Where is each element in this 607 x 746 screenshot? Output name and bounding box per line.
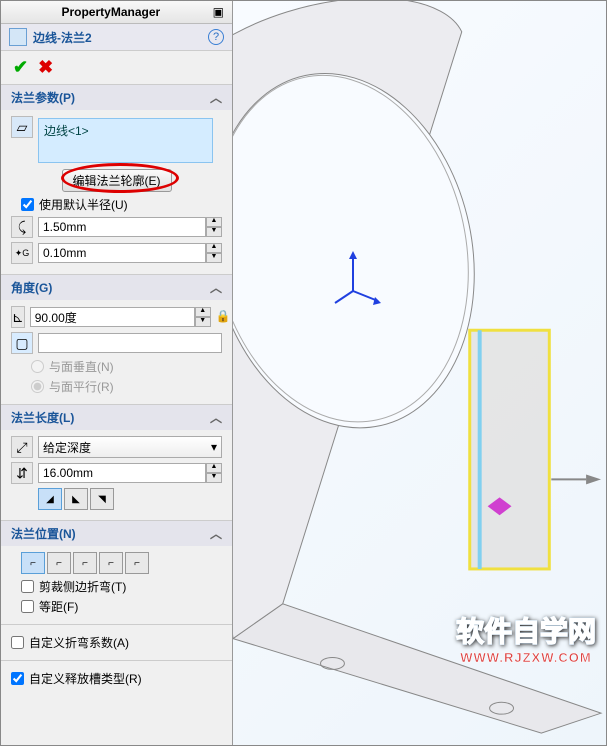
use-default-radius-checkbox[interactable] — [21, 198, 34, 211]
action-row: ✔ ✖ — [1, 51, 232, 84]
position-material-inside-button[interactable]: ⌐ — [21, 552, 45, 574]
flange-length-label: 法兰长度(L) — [11, 409, 74, 426]
flange-position-label: 法兰位置(N) — [11, 525, 76, 542]
angle-label: 角度(G) — [11, 279, 52, 296]
bend-radius-down[interactable]: ▼ — [206, 227, 222, 237]
flange-params-label: 法兰参数(P) — [11, 89, 75, 106]
panel-toggle-icon[interactable]: ▣ — [213, 5, 224, 19]
3d-viewport[interactable]: 软件自学网 WWW.RJZXW.COM — [233, 1, 606, 745]
custom-bend-allowance-checkbox[interactable] — [11, 636, 24, 649]
bend-radius-input[interactable] — [38, 217, 206, 237]
panel-title: PropertyManager — [9, 5, 213, 19]
angle-input[interactable] — [30, 307, 195, 327]
section-flange-length-header[interactable]: 法兰长度(L) ︿ — [1, 405, 232, 430]
ok-button[interactable]: ✔ — [13, 57, 28, 78]
offset-label: 等距(F) — [39, 598, 78, 615]
property-manager-panel: PropertyManager ▣ 边线-法兰2 ? ✔ ✖ 法兰参数(P) ︿… — [1, 1, 233, 745]
length-up[interactable]: ▲ — [206, 463, 222, 473]
section-angle-header[interactable]: 角度(G) ︿ — [1, 275, 232, 300]
bend-radius-icon: ⤹ — [11, 216, 33, 238]
gap-up[interactable]: ▲ — [206, 243, 222, 253]
parallel-radio[interactable] — [31, 380, 44, 393]
edge-selection-icon: ▱ — [11, 116, 33, 138]
angle-up[interactable]: ▲ — [195, 307, 211, 317]
edge-flange-icon — [9, 28, 27, 46]
angle-icon: ⊾ — [11, 306, 25, 328]
length-value-input[interactable] — [38, 463, 206, 483]
angle-down[interactable]: ▼ — [195, 317, 211, 327]
section-flange-params-header[interactable]: 法兰参数(P) ︿ — [1, 85, 232, 110]
parallel-label: 与面平行(R) — [49, 378, 114, 395]
length-value-icon: ⇵ — [11, 462, 33, 484]
edge-selection-list[interactable]: 边线<1> — [38, 118, 213, 163]
origin-triad — [333, 251, 383, 311]
length-ref-tangent-button[interactable]: ◥ — [90, 488, 114, 510]
watermark: 软件自学网 WWW.RJZXW.COM — [456, 610, 596, 665]
cancel-button[interactable]: ✖ — [38, 57, 53, 78]
face-input[interactable] — [38, 333, 222, 353]
trim-side-bends-label: 剪裁侧边折弯(T) — [39, 578, 126, 595]
length-type-value: 给定深度 — [43, 439, 91, 456]
length-ref-inner-virtual-button[interactable]: ◣ — [64, 488, 88, 510]
watermark-text: 软件自学网 — [456, 610, 596, 650]
custom-bend-allowance-label: 自定义折弯系数(A) — [29, 634, 129, 651]
gap-icon: ✦G — [11, 242, 33, 264]
position-bend-outside-button[interactable]: ⌐ — [73, 552, 97, 574]
chevron-up-icon: ︿ — [210, 279, 222, 296]
feature-title: 边线-法兰2 — [33, 29, 208, 46]
length-ref-outer-virtual-button[interactable]: ◢ — [38, 488, 62, 510]
chevron-up-icon: ︿ — [210, 409, 222, 426]
edit-flange-profile-button[interactable]: 编辑法兰轮廓(E) — [62, 169, 172, 192]
chevron-up-icon: ︿ — [210, 89, 222, 106]
custom-relief-type-checkbox[interactable] — [11, 672, 24, 685]
bend-radius-up[interactable]: ▲ — [206, 217, 222, 227]
position-tangent-button[interactable]: ⌐ — [125, 552, 149, 574]
perpendicular-radio[interactable] — [31, 360, 44, 373]
length-down[interactable]: ▼ — [206, 473, 222, 483]
watermark-url: WWW.RJZXW.COM — [456, 650, 596, 665]
chevron-up-icon: ︿ — [210, 525, 222, 542]
face-selection-icon: ▢ — [11, 332, 33, 354]
help-icon[interactable]: ? — [208, 29, 224, 45]
position-material-outside-button[interactable]: ⌐ — [47, 552, 71, 574]
use-default-radius-label: 使用默认半径(U) — [39, 196, 128, 213]
custom-relief-type-label: 自定义释放槽类型(R) — [29, 670, 142, 687]
gap-input[interactable] — [38, 243, 206, 263]
chevron-down-icon: ▾ — [211, 440, 217, 454]
section-flange-position-header[interactable]: 法兰位置(N) ︿ — [1, 521, 232, 546]
position-virtual-sharp-button[interactable]: ⌐ — [99, 552, 123, 574]
feature-header: 边线-法兰2 ? — [1, 24, 232, 51]
lock-icon[interactable]: 🔒 — [216, 309, 231, 325]
offset-checkbox[interactable] — [21, 600, 34, 613]
trim-side-bends-checkbox[interactable] — [21, 580, 34, 593]
gap-down[interactable]: ▼ — [206, 253, 222, 263]
panel-header: PropertyManager ▣ — [1, 1, 232, 24]
length-type-icon: ⤢ — [11, 436, 33, 458]
length-type-combo[interactable]: 给定深度 ▾ — [38, 436, 222, 458]
perpendicular-label: 与面垂直(N) — [49, 358, 114, 375]
